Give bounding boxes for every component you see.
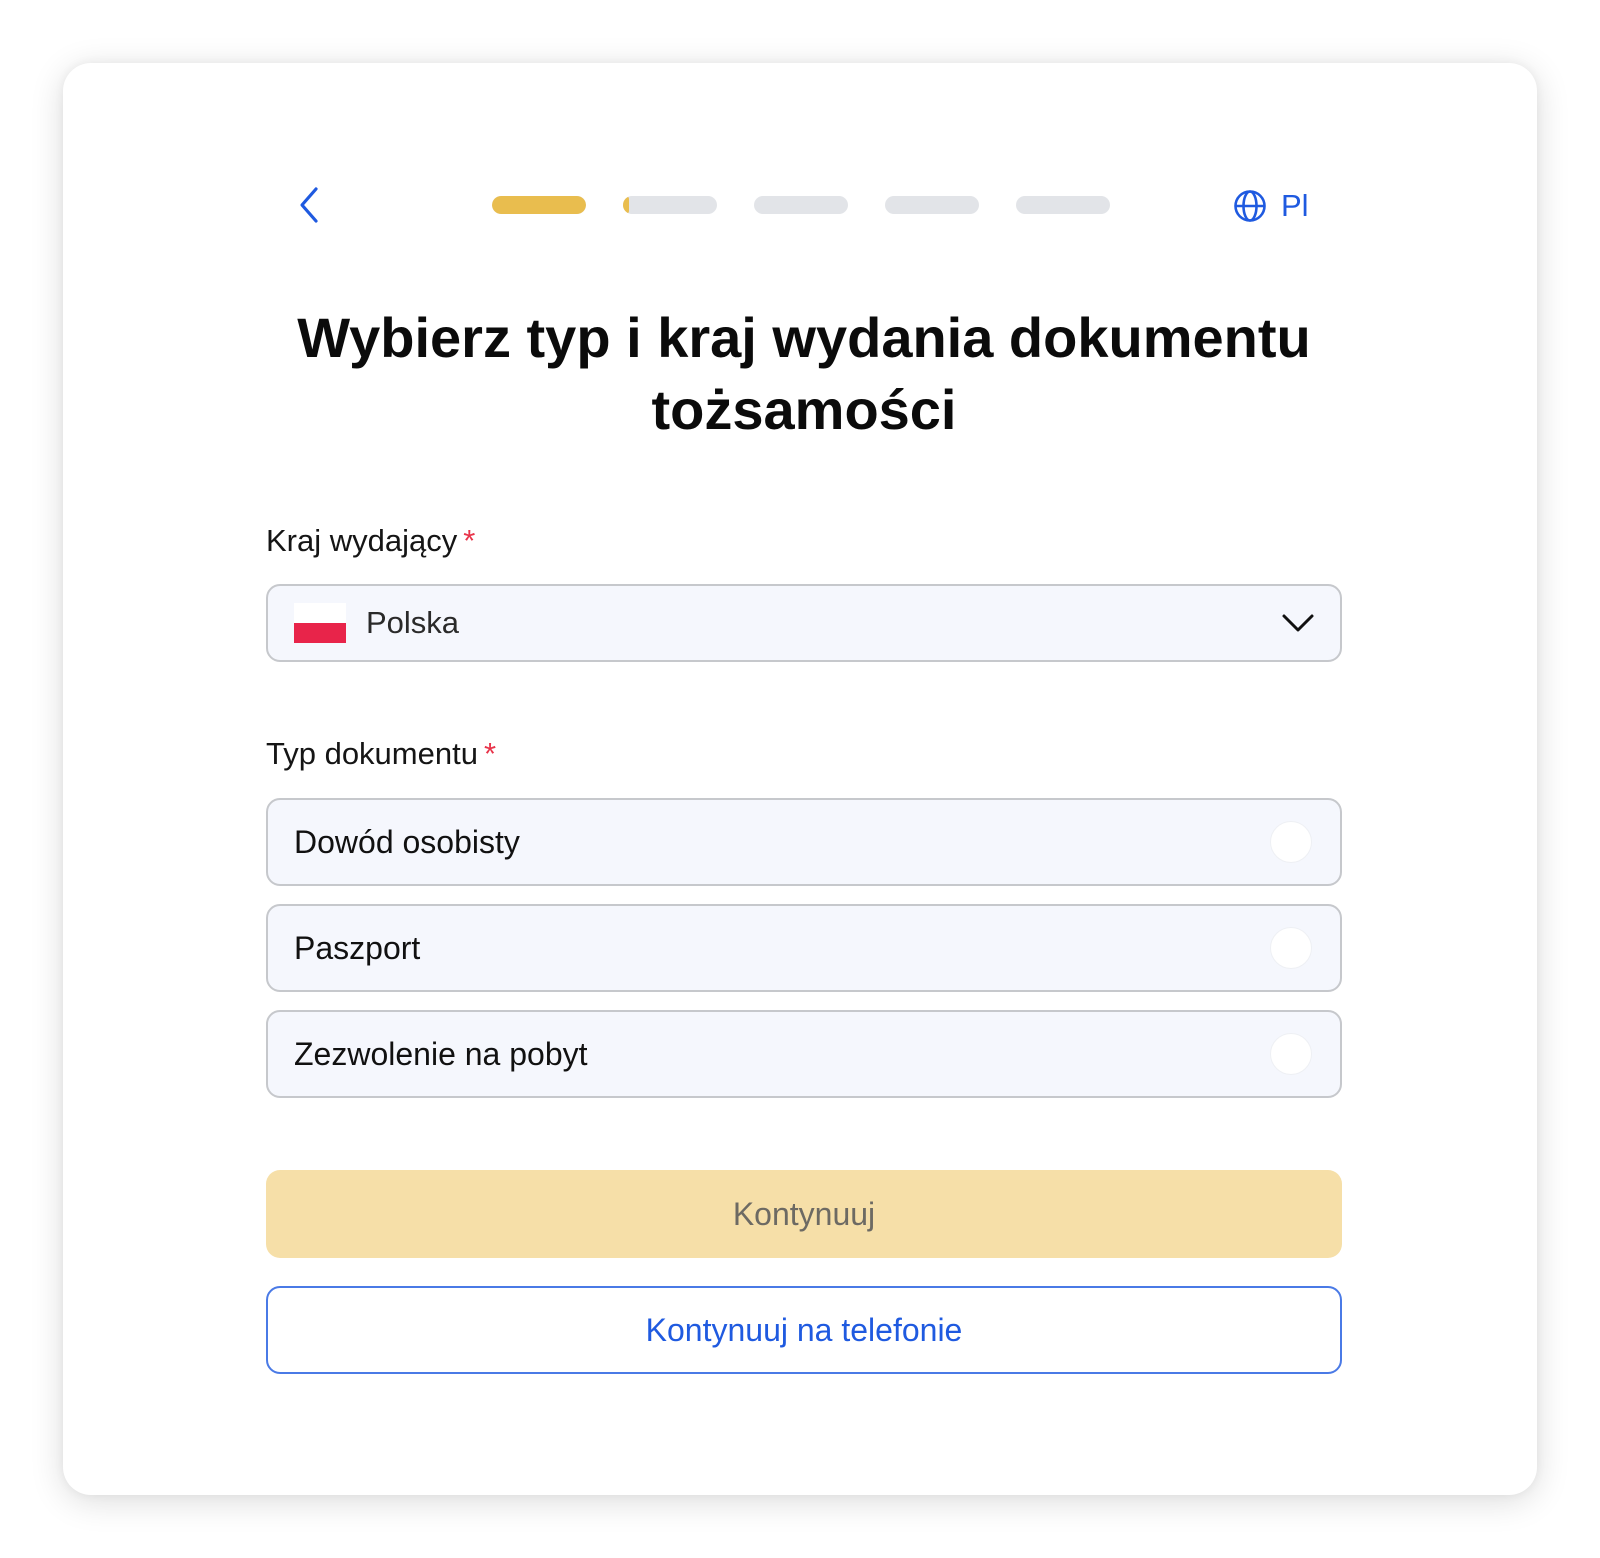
document-option-label: Zezwolenie na pobyt xyxy=(294,1035,588,1072)
globe-icon xyxy=(1234,190,1266,222)
document-option-label: Dowód osobisty xyxy=(294,823,520,860)
progress-step-4 xyxy=(885,196,979,214)
verification-card xyxy=(63,63,1537,1495)
radio-button[interactable] xyxy=(1270,1033,1312,1075)
radio-button[interactable] xyxy=(1270,821,1312,863)
chevron-down-icon xyxy=(1282,614,1314,632)
continue-button[interactable]: Kontynuuj xyxy=(266,1170,1342,1258)
document-type-label-text: Typ dokumentu xyxy=(266,736,478,771)
progress-step-5 xyxy=(1016,196,1110,214)
language-selector[interactable]: Pl xyxy=(1233,186,1309,226)
progress-step-3 xyxy=(754,196,848,214)
country-field-label: Kraj wydający * xyxy=(266,521,475,561)
required-asterisk: * xyxy=(463,523,476,558)
country-label-text: Kraj wydający xyxy=(266,523,458,558)
continue-on-phone-button[interactable]: Kontynuuj na telefonie xyxy=(266,1286,1342,1374)
progress-steps xyxy=(0,196,1600,214)
document-option-residence-permit[interactable]: Zezwolenie na pobyt xyxy=(266,1010,1342,1098)
progress-step-1 xyxy=(492,196,586,214)
progress-step-1-fill xyxy=(492,196,586,214)
progress-step-2-fill xyxy=(623,196,629,214)
required-asterisk: * xyxy=(483,736,497,771)
country-select[interactable]: Polska xyxy=(266,584,1342,662)
country-select-value: Polska xyxy=(366,605,460,640)
progress-step-2 xyxy=(623,196,717,214)
language-label: Pl xyxy=(1281,188,1309,223)
document-option-passport[interactable]: Paszport xyxy=(266,904,1342,992)
document-type-field-label: Typ dokumentu * xyxy=(266,734,496,774)
page-title: Wybierz typ i kraj wydania dokumentu toż… xyxy=(297,306,1311,441)
poland-flag-icon xyxy=(294,603,346,643)
document-option-id-card[interactable]: Dowód osobisty xyxy=(266,798,1342,886)
radio-button[interactable] xyxy=(1270,927,1312,969)
document-option-label: Paszport xyxy=(294,929,421,966)
